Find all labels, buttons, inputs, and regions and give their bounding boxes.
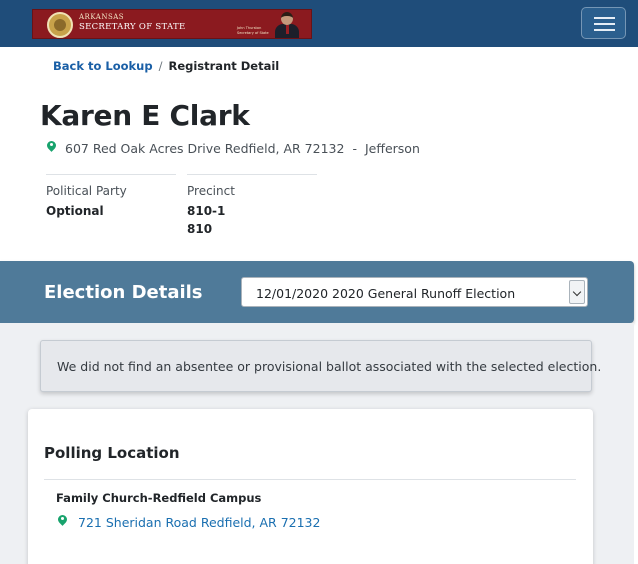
hamburger-icon bbox=[594, 29, 615, 31]
registrant-county: Jefferson bbox=[364, 141, 420, 156]
breadcrumb: Back to Lookup / Registrant Detail bbox=[53, 59, 279, 73]
registrant-street-address: 607 Red Oak Acres Drive Redfield, AR 721… bbox=[65, 141, 345, 156]
secretary-of-state-logo[interactable]: ARKANSAS SECRETARY OF STATE John Thursto… bbox=[32, 9, 312, 39]
election-selected-value: 12/01/2020 2020 General Runoff Election bbox=[256, 286, 516, 301]
polling-location-title: Polling Location bbox=[44, 444, 180, 462]
political-party-section: Political Party Optional bbox=[46, 174, 176, 220]
precinct-section: Precinct 810-1 810 bbox=[187, 174, 317, 238]
registrant-name: Karen E Clark bbox=[40, 99, 250, 132]
logo-official-name: John Thurston bbox=[237, 26, 262, 30]
no-ballot-alert: We did not find an absentee or provision… bbox=[40, 340, 601, 392]
logo-official-title: Secretary of State bbox=[237, 31, 269, 35]
logo-line-1: ARKANSAS bbox=[79, 13, 125, 21]
top-navbar: ARKANSAS SECRETARY OF STATE John Thursto… bbox=[0, 0, 638, 47]
hamburger-icon bbox=[594, 23, 615, 25]
precinct-value: 810 bbox=[187, 222, 213, 236]
state-seal-icon bbox=[47, 12, 73, 38]
divider bbox=[44, 479, 576, 480]
political-party-label: Political Party bbox=[46, 184, 127, 198]
menu-toggle-button[interactable] bbox=[581, 7, 626, 39]
breadcrumb-separator: / bbox=[158, 59, 163, 73]
election-details-title: Election Details bbox=[44, 282, 203, 303]
logo-line-2: SECRETARY OF STATE bbox=[79, 22, 186, 32]
hamburger-icon bbox=[594, 17, 615, 19]
polling-location-address-link[interactable]: 721 Sheridan Road Redfield, AR 72132 bbox=[58, 515, 320, 530]
breadcrumb-current: Registrant Detail bbox=[168, 59, 280, 73]
official-portrait bbox=[273, 10, 301, 38]
map-pin-icon bbox=[47, 141, 56, 154]
back-to-lookup-link[interactable]: Back to Lookup bbox=[53, 59, 153, 73]
polling-location-name: Family Church-Redfield Campus bbox=[56, 491, 262, 505]
address-separator: - bbox=[352, 141, 357, 156]
political-party-value: Optional bbox=[46, 204, 104, 218]
precinct-label: Precinct bbox=[187, 184, 235, 198]
chevron-down-icon[interactable] bbox=[569, 280, 585, 304]
registrant-address: 607 Red Oak Acres Drive Redfield, AR 721… bbox=[47, 141, 420, 156]
polling-address-text[interactable]: 721 Sheridan Road Redfield, AR 72132 bbox=[78, 515, 320, 530]
map-pin-icon bbox=[58, 515, 67, 528]
precinct-value: 810-1 bbox=[187, 204, 226, 218]
election-select[interactable]: 12/01/2020 2020 General Runoff Election bbox=[241, 277, 588, 307]
polling-location-card: Polling Location Family Church-Redfield … bbox=[28, 409, 593, 564]
